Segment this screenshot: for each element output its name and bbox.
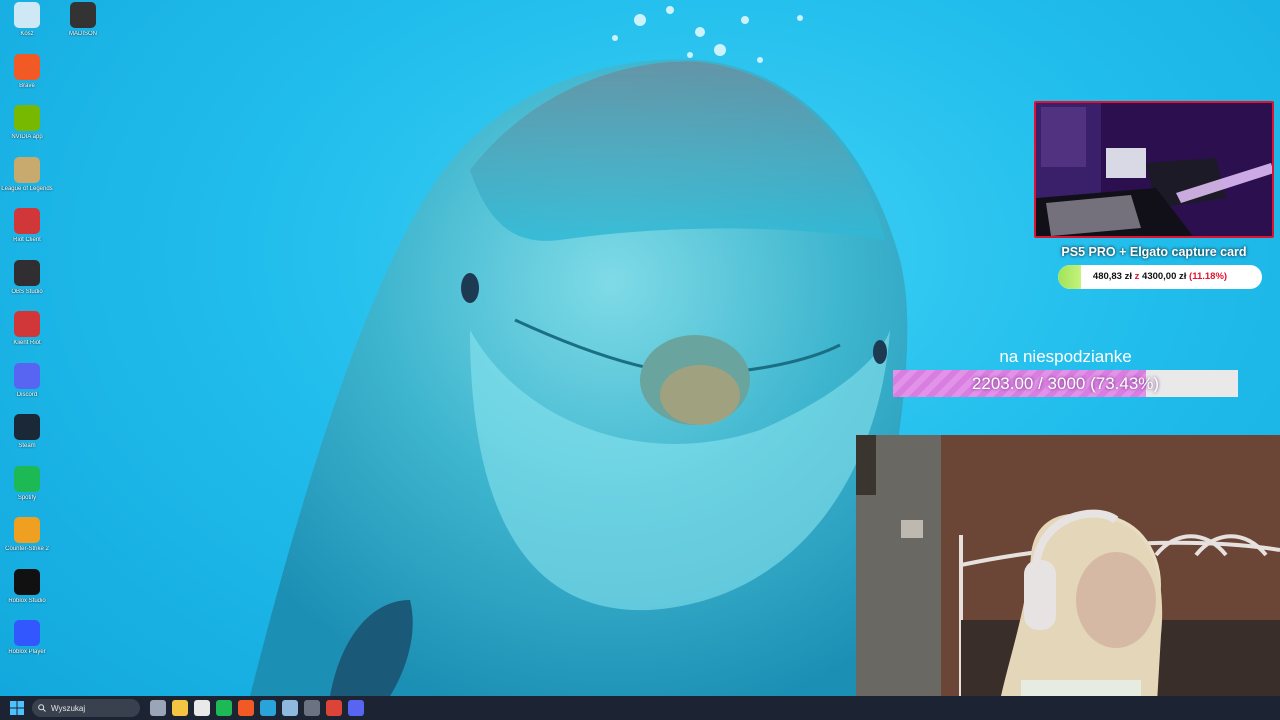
goal-progress-bar: 480,83 zł z 4300,00 zł (11.18%) [1058, 265, 1262, 289]
desktop-shortcut-label: Discord [16, 391, 38, 398]
notepad-icon[interactable] [282, 700, 298, 716]
goal-raised: 480,83 zł [1092, 271, 1132, 282]
goal-progress-text: 480,83 zł z 4300,00 zł (11.18%) [1058, 265, 1262, 289]
desktop-shortcut[interactable]: Discord [0, 362, 54, 413]
desktop-shortcut-label: Riot Client [13, 237, 41, 243]
goal-separator: z [1134, 271, 1140, 282]
file-explorer-icon[interactable] [172, 700, 188, 716]
desktop-shortcut-label: NVIDIA app [11, 134, 43, 140]
taskbar-search[interactable]: Wyszukaj [32, 699, 140, 717]
desktop-shortcut-label: Steam [18, 443, 36, 449]
chrome-icon[interactable] [326, 700, 342, 716]
steam-icon [14, 414, 40, 440]
goal-title: PS5 PRO + Elgato capture card [1061, 245, 1247, 259]
desktop-shortcut[interactable]: OBS Studio [0, 259, 54, 310]
roblox-icon [14, 620, 40, 646]
riot-icon [14, 208, 40, 234]
game-shortcut-icon [70, 2, 96, 28]
spotify-icon [14, 465, 40, 492]
desktop-shortcut[interactable]: Kosz [0, 2, 54, 52]
desktop-shortcut-label: Roblox Studio [8, 597, 46, 604]
desktop-shortcut[interactable]: Roblox Player [0, 620, 54, 670]
surprise-title: na niespodzianke [999, 347, 1132, 366]
spotify-icon[interactable] [216, 700, 232, 716]
roblox-studio-icon [14, 568, 40, 595]
desktop-shortcut[interactable]: Counter-Strike 2 [0, 517, 54, 567]
surprise-progress-bar: 2203.00 / 3000 (73.43%) [893, 370, 1238, 397]
desktop-shortcut-label: Kosz [20, 31, 34, 37]
nvidia-icon [14, 105, 40, 131]
surprise-progress-text: 2203.00 / 3000 (73.43%) [971, 374, 1160, 393]
goal-percent: (11.18%) [1189, 271, 1228, 282]
cs2-icon [14, 517, 40, 543]
desktop-shortcut[interactable]: League of Legends [0, 156, 54, 207]
desktop-shortcut-label: Klient Riot [13, 340, 41, 346]
desktop-shortcut-label: Spotify [17, 494, 37, 501]
taskbar-apps [150, 700, 364, 716]
search-placeholder: Wyszukaj [51, 703, 86, 713]
desktop-shortcut-label: Counter-Strike 2 [5, 546, 49, 552]
desktop-shortcut[interactable]: Steam [0, 414, 54, 464]
desktop-shortcut[interactable]: Riot Client [0, 208, 54, 258]
calculator-icon[interactable] [304, 700, 320, 716]
discord-icon[interactable] [348, 700, 364, 716]
desktop-shortcut-label: OBS Studio [11, 288, 43, 295]
brave-icon[interactable] [238, 700, 254, 716]
windows-start-icon[interactable] [10, 701, 24, 715]
desktop-shortcut-label: MADISON [68, 31, 97, 37]
desktop-shortcut[interactable]: Spotify [0, 465, 54, 516]
desktop-shortcut-label: Roblox Player [8, 649, 46, 655]
riot-icon [14, 311, 40, 337]
goal-target: 4300,00 zł [1142, 271, 1187, 282]
discord-icon [14, 362, 40, 389]
task-view-icon[interactable] [150, 700, 166, 716]
calendar-icon[interactable] [194, 700, 210, 716]
recycle-bin-icon [14, 2, 40, 28]
edge-icon[interactable] [260, 700, 276, 716]
desktop-shortcut-label: League of Legends [1, 185, 53, 192]
goal-camera-preview [1034, 101, 1274, 238]
brave-icon [14, 53, 40, 80]
desktop-shortcut[interactable]: Klient Riot [0, 311, 54, 361]
desktop-shortcut[interactable]: MADISON [56, 2, 110, 52]
taskbar: Wyszukaj [0, 696, 1280, 720]
webcam-feed [856, 435, 1280, 720]
league-icon [14, 156, 40, 183]
desktop-shortcut[interactable]: Roblox Studio [0, 568, 54, 619]
desktop-shortcut[interactable]: Brave [0, 53, 54, 104]
desktop-shortcut[interactable]: NVIDIA app [0, 105, 54, 155]
obs-icon [14, 259, 40, 286]
desktop-shortcut-label: Brave [19, 82, 35, 89]
search-icon [38, 704, 46, 712]
